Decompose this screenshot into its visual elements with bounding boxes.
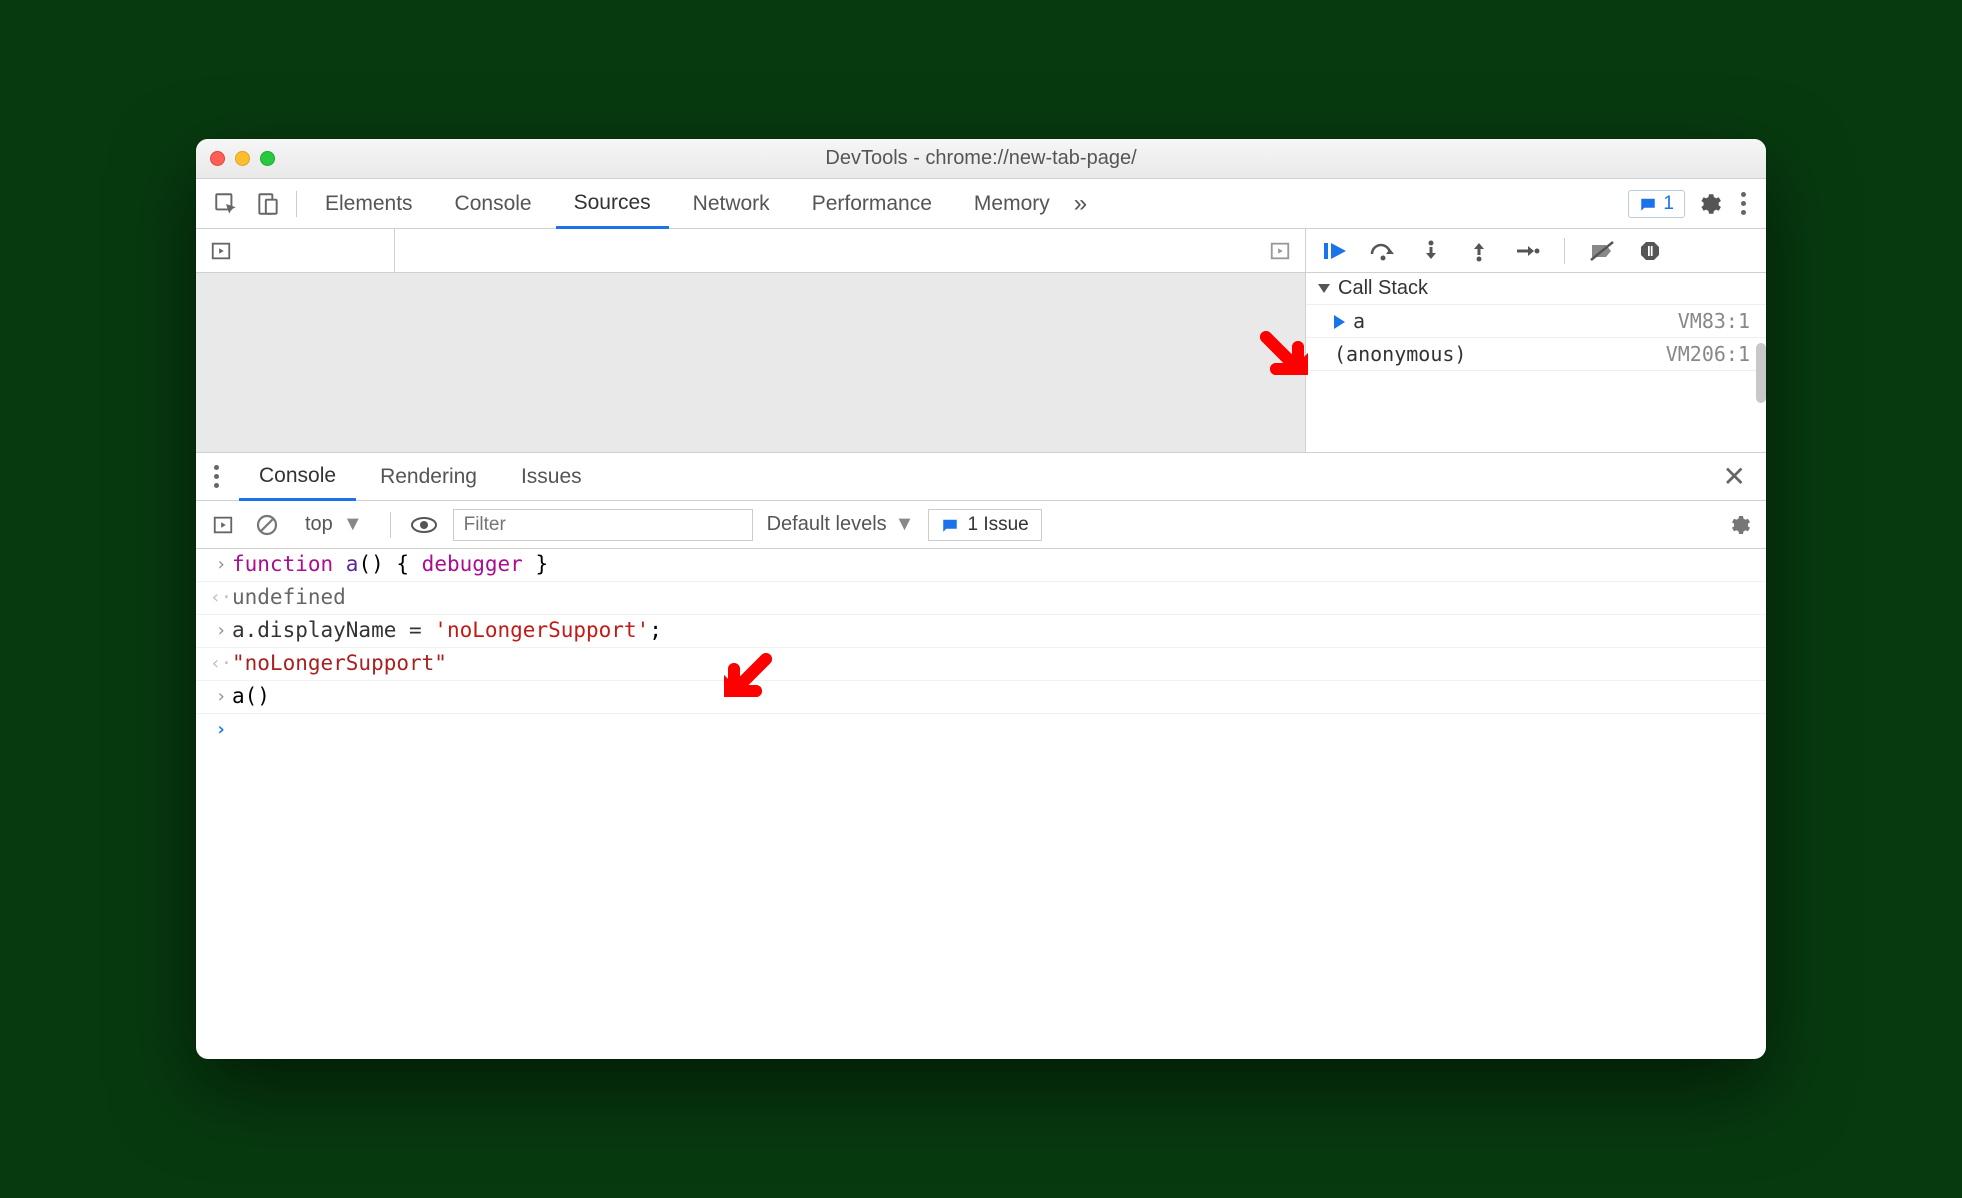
- deactivate-breakpoints-icon[interactable]: [1587, 240, 1617, 262]
- chevron-down-icon: ▼: [895, 513, 915, 536]
- step-into-icon[interactable]: [1416, 239, 1446, 263]
- tab-performance[interactable]: Performance: [794, 179, 950, 228]
- separator: [390, 512, 391, 538]
- debugger-sidebar: Call Stack a VM83:1 (anonymous) VM206:1: [1306, 273, 1766, 452]
- drawer-more-button[interactable]: [206, 465, 227, 488]
- more-options-button[interactable]: [1733, 192, 1754, 215]
- debugger-controls: [1306, 229, 1766, 272]
- resume-script-icon[interactable]: [1320, 240, 1350, 262]
- call-stack-frame[interactable]: (anonymous) VM206:1: [1306, 338, 1766, 371]
- sources-body: Call Stack a VM83:1 (anonymous) VM206:1: [196, 273, 1766, 453]
- drawer-tab-console[interactable]: Console: [239, 454, 356, 501]
- disclosure-triangle-icon: [1318, 284, 1330, 293]
- tab-console[interactable]: Console: [437, 179, 550, 228]
- input-chevron-icon: ›: [210, 684, 232, 710]
- step-icon[interactable]: [1512, 240, 1542, 262]
- issues-chip[interactable]: 1: [1628, 190, 1685, 218]
- more-tabs-button[interactable]: »: [1074, 190, 1087, 218]
- log-levels-selector[interactable]: Default levels ▼: [767, 513, 915, 536]
- console-issues-button[interactable]: 1 Issue: [928, 509, 1041, 541]
- console-settings-gear-icon[interactable]: [1724, 513, 1754, 537]
- console-output[interactable]: › function a() { debugger } ‹· undefined…: [196, 549, 1766, 1059]
- device-toolbar-icon[interactable]: [250, 186, 286, 222]
- tab-sources[interactable]: Sources: [556, 180, 669, 229]
- console-input-line: › a(): [196, 681, 1766, 714]
- window-title: DevTools - chrome://new-tab-page/: [196, 147, 1766, 170]
- console-filter-input[interactable]: [453, 509, 753, 541]
- tab-elements[interactable]: Elements: [307, 179, 431, 228]
- console-input-line: › function a() { debugger }: [196, 549, 1766, 582]
- separator: [296, 191, 297, 217]
- pause-on-exceptions-icon[interactable]: [1635, 239, 1665, 263]
- sources-toolbar: [196, 229, 1766, 273]
- source-editor-area[interactable]: [196, 273, 1306, 452]
- drawer-tab-issues[interactable]: Issues: [501, 453, 602, 500]
- step-over-icon[interactable]: [1368, 240, 1398, 262]
- input-chevron-icon: ›: [210, 552, 232, 578]
- scrollbar-thumb[interactable]: [1756, 343, 1766, 403]
- input-chevron-icon: ›: [210, 618, 232, 644]
- execution-context-selector[interactable]: top ▼: [296, 510, 372, 539]
- output-chevron-icon: ‹·: [210, 651, 232, 677]
- console-prompt[interactable]: ›: [196, 714, 1766, 746]
- issue-icon: [1639, 195, 1657, 213]
- step-out-icon[interactable]: [1464, 239, 1494, 263]
- settings-gear-icon[interactable]: [1691, 186, 1727, 222]
- call-stack-frame[interactable]: a VM83:1: [1306, 305, 1766, 338]
- show-navigator-icon[interactable]: [206, 240, 236, 262]
- output-chevron-icon: ‹·: [210, 585, 232, 611]
- drawer-tab-bar: Console Rendering Issues ✕: [196, 453, 1766, 501]
- inspect-element-icon[interactable]: [208, 186, 244, 222]
- prompt-chevron-icon: ›: [210, 717, 232, 743]
- console-output-line: ‹· undefined: [196, 582, 1766, 615]
- devtools-window: DevTools - chrome://new-tab-page/ Elemen…: [196, 139, 1766, 1059]
- show-debugger-icon[interactable]: [1265, 240, 1295, 262]
- console-sidebar-toggle-icon[interactable]: [208, 514, 238, 536]
- title-bar: DevTools - chrome://new-tab-page/: [196, 139, 1766, 179]
- separator: [1564, 238, 1565, 264]
- console-output-line: ‹· "noLongerSupport": [196, 648, 1766, 681]
- console-toolbar: top ▼ Default levels ▼ 1 Issue: [196, 501, 1766, 549]
- call-stack-header[interactable]: Call Stack: [1306, 273, 1766, 305]
- console-input-line: › a.displayName = 'noLongerSupport';: [196, 615, 1766, 648]
- clear-console-icon[interactable]: [252, 513, 282, 537]
- main-tab-bar: Elements Console Sources Network Perform…: [196, 179, 1766, 229]
- chevron-down-icon: ▼: [343, 513, 363, 536]
- tab-memory[interactable]: Memory: [956, 179, 1068, 228]
- close-drawer-button[interactable]: ✕: [1713, 460, 1756, 493]
- tab-network[interactable]: Network: [675, 179, 788, 228]
- live-expression-icon[interactable]: [409, 516, 439, 534]
- issue-icon: [941, 516, 959, 534]
- drawer-tab-rendering[interactable]: Rendering: [360, 453, 497, 500]
